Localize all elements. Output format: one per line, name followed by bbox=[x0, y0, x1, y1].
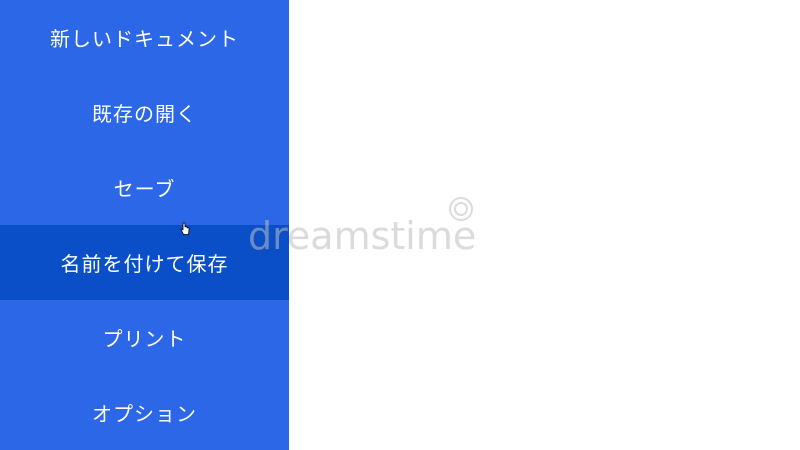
menu-item-options[interactable]: オプション bbox=[0, 375, 289, 450]
menu-item-save-as[interactable]: 名前を付けて保存 bbox=[0, 225, 289, 300]
app-window: 新しいドキュメント 既存の開く セーブ 名前を付けて保存 プリント オプション … bbox=[0, 0, 800, 450]
file-menu: 新しいドキュメント 既存の開く セーブ 名前を付けて保存 プリント オプション bbox=[0, 0, 289, 450]
menu-item-label: プリント bbox=[102, 327, 187, 351]
watermark: dreamstime bbox=[248, 196, 558, 262]
menu-item-label: 名前を付けて保存 bbox=[60, 252, 229, 276]
menu-item-open-existing[interactable]: 既存の開く bbox=[0, 75, 289, 150]
menu-item-label: オプション bbox=[92, 402, 197, 426]
watermark-logo-icon bbox=[449, 197, 473, 221]
menu-item-label: セーブ bbox=[113, 177, 176, 201]
menu-item-label: 既存の開く bbox=[92, 102, 197, 126]
menu-item-save[interactable]: セーブ bbox=[0, 150, 289, 225]
menu-item-label: 新しいドキュメント bbox=[50, 27, 239, 51]
menu-item-print[interactable]: プリント bbox=[0, 300, 289, 375]
menu-item-new-document[interactable]: 新しいドキュメント bbox=[0, 0, 289, 75]
